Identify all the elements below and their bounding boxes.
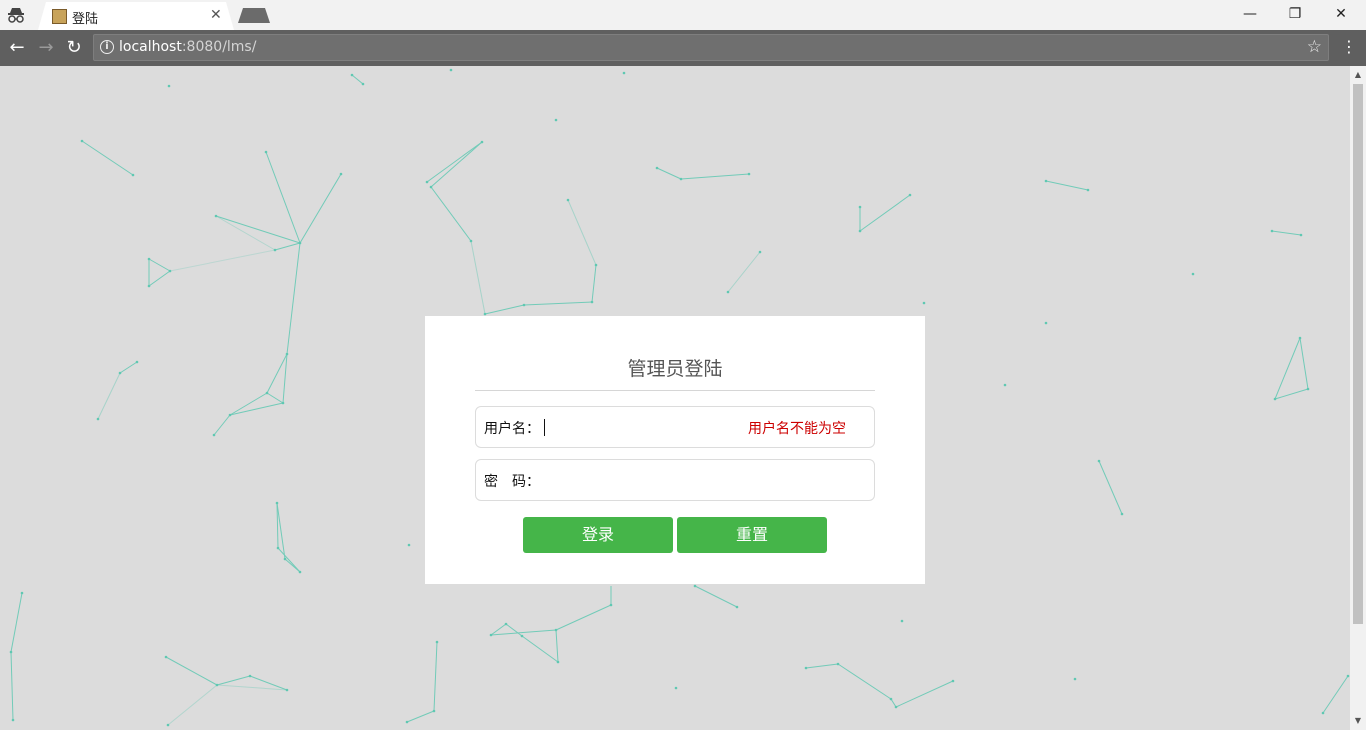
minimize-button[interactable]: —: [1236, 4, 1264, 24]
new-tab-button[interactable]: [238, 8, 270, 23]
browser-titlebar: 登陆 ✕ — ❐ ✕: [0, 0, 1366, 30]
tab-title: 登陆: [72, 12, 99, 27]
address-bar[interactable]: i localhost:8080/lms/ ☆: [93, 34, 1329, 61]
incognito-icon: [8, 8, 24, 23]
password-input[interactable]: [542, 468, 732, 492]
username-field[interactable]: 用户名： 用户名不能为空: [475, 406, 875, 448]
username-input[interactable]: [542, 415, 732, 439]
menu-icon[interactable]: ⋮: [1341, 37, 1357, 56]
password-field[interactable]: 密 码：: [475, 459, 875, 501]
url-path: :8080/lms/: [181, 39, 257, 55]
title-divider: [475, 390, 875, 391]
restore-button[interactable]: ❐: [1281, 4, 1309, 24]
browser-toolbar: ← → ↻ i localhost:8080/lms/ ☆ ⋮: [0, 30, 1366, 66]
vertical-scrollbar[interactable]: ▲ ▼: [1350, 66, 1366, 730]
favicon-icon: [52, 9, 67, 24]
back-icon[interactable]: ←: [6, 37, 28, 59]
tab-close-icon[interactable]: ✕: [210, 7, 222, 23]
page-viewport: 管理员登陆 用户名： 用户名不能为空 密 码： 登录 重置: [0, 66, 1350, 730]
forward-icon[interactable]: →: [35, 37, 57, 59]
username-error-message: 用户名不能为空: [748, 421, 846, 437]
reset-button[interactable]: 重置: [677, 517, 827, 553]
close-window-button[interactable]: ✕: [1327, 4, 1355, 24]
url-host: localhost: [119, 39, 182, 55]
reload-icon[interactable]: ↻: [63, 37, 85, 59]
login-button[interactable]: 登录: [523, 517, 673, 553]
username-label: 用户名：: [484, 421, 540, 437]
scroll-thumb[interactable]: [1353, 84, 1363, 624]
page-title: 管理员登陆: [627, 358, 723, 380]
scroll-up-arrow-icon[interactable]: ▲: [1350, 68, 1366, 82]
browser-tab[interactable]: 登陆 ✕: [38, 2, 234, 30]
url-text[interactable]: localhost:8080/lms/: [119, 39, 256, 55]
password-label: 密 码：: [484, 474, 540, 490]
star-icon[interactable]: ☆: [1307, 37, 1322, 57]
text-caret: [544, 419, 545, 436]
info-icon[interactable]: i: [100, 40, 114, 54]
login-card: 管理员登陆 用户名： 用户名不能为空 密 码： 登录 重置: [425, 316, 925, 584]
scroll-down-arrow-icon[interactable]: ▼: [1350, 714, 1366, 728]
